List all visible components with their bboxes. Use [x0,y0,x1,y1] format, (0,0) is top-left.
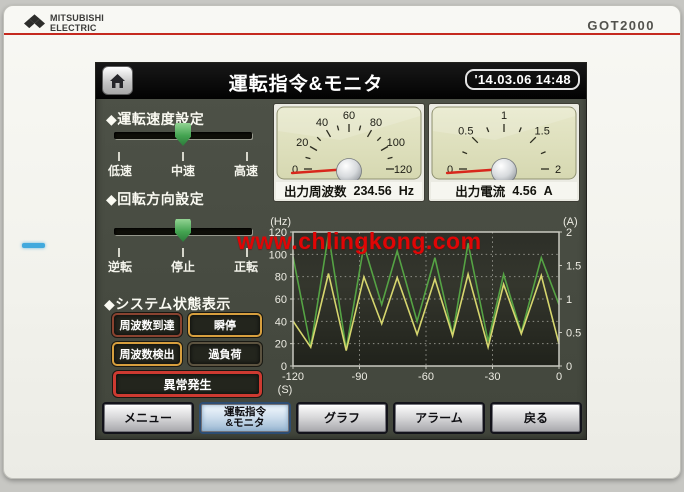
gauge-scale-label: 100 [387,137,405,149]
direction-slider [114,218,252,244]
chart-axis-label: 0 [566,361,572,373]
gauge-scale-label: 1 [501,110,507,122]
current-meter-label: 出力電流 [455,181,505,200]
frequency-meter: 020406080100120 出力周波数 234.56 Hz [273,103,425,202]
gauge-knob [492,159,517,181]
chart-axis-label: -90 [352,371,368,383]
speed-slider [114,122,252,148]
footer-button-graph[interactable]: グラフ [298,404,386,432]
gauge-scale-label: 80 [370,117,382,129]
direction-label-reverse: 逆転 [100,258,140,275]
screenshot-root: MITSUBISHI ELECTRIC GOT2000 運転指令&モニタ '14… [0,0,684,492]
footer-button-back[interactable]: 戻る [492,404,580,432]
chart-axis-label: -60 [418,371,434,383]
current-meter-unit: A [544,184,553,198]
brand-logo-block: MITSUBISHI ELECTRIC [24,14,104,34]
chart-axis-label: 80 [275,272,287,284]
speed-label-mid: 中速 [163,162,203,179]
title-bar: 運転指令&モニタ '14.03.06 14:48 [96,63,586,99]
frequency-gauge: 020406080100120 [276,106,422,180]
chart-axis-label: 0.5 [566,328,581,340]
chart-axis-label: 1 [566,294,572,306]
power-led [22,243,45,248]
gauge-scale-label: 1.5 [535,126,550,138]
footer-button-menu[interactable]: メニュー [104,404,192,432]
speed-label-low: 低速 [100,162,140,179]
frequency-meter-value: 234.56 [354,184,392,198]
gauge-scale-label: 2 [555,164,561,176]
gauge-svg: 020406080100120 [276,106,422,180]
mitsubishi-diamonds-icon [24,14,45,33]
gauge-svg: 00.511.52 [431,106,577,180]
chart-axis-label: 0 [556,371,562,383]
chart-axis-label: 20 [275,339,287,351]
direction-section-heading: ◆回転方向設定 [106,189,204,209]
current-meter-value: 4.56 [512,184,536,198]
current-meter: 00.511.52 出力電流 4.56 A [428,103,580,202]
status-lamp-overload[interactable]: 過負荷 [188,342,262,366]
home-icon [109,73,126,89]
speed-slider-handle[interactable] [175,123,191,146]
page-title: 運転指令&モニタ [156,69,456,96]
gauge-scale-label: 0.5 [458,126,473,138]
speed-slider-ticks [118,152,248,161]
direction-label-stop: 停止 [163,258,203,275]
watermark-text: www.chlingkong.com [237,228,482,255]
chart-axis-label: 2 [566,227,572,239]
status-lamp-frequency-detect[interactable]: 周波数検出 [112,342,182,366]
current-gauge: 00.511.52 [431,106,577,180]
chart-axis-label: 1.5 [566,261,581,273]
footer-button-operate-monitor[interactable]: 運転指令 &モニタ [201,404,289,432]
frequency-meter-unit: Hz [399,184,414,198]
frequency-meter-readout: 出力周波数 234.56 Hz [276,182,422,199]
chart-axis-label: (Hz) [270,216,291,228]
chart-axis-label: 40 [275,316,287,328]
direction-label-forward: 正転 [226,258,266,275]
current-meter-readout: 出力電流 4.56 A [431,182,577,199]
frequency-meter-label: 出力周波数 [284,181,347,200]
direction-slider-ticks [118,248,248,257]
chart-axis-label: -30 [485,371,501,383]
chart-axis-label: -120 [282,371,304,383]
gauge-scale-label: 60 [343,110,355,122]
speed-label-high: 高速 [226,162,266,179]
gauge-scale-label: 40 [316,117,328,129]
gauge-knob [337,159,362,181]
status-section-heading: ◆システム状態表示 [104,294,231,314]
status-lamp-error-occurred[interactable]: 異常発生 [113,371,262,397]
status-lamp-momentary-stop[interactable]: 瞬停 [188,313,262,337]
chart-axis-label: 60 [275,294,287,306]
direction-slider-labels: 逆転 停止 正転 [100,258,266,275]
footer-button-alarm[interactable]: アラーム [395,404,483,432]
brand-text: MITSUBISHI ELECTRIC [50,14,104,34]
datetime-display: '14.03.06 14:48 [465,69,580,90]
chart-axis-label: (A) [563,216,578,228]
chart-axis-label: (S) [278,384,293,396]
bezel-accent-line [4,33,680,35]
home-button[interactable] [102,66,133,95]
model-label: GOT2000 [587,18,655,33]
gauge-scale-label: 120 [394,164,412,176]
gauge-scale-label: 20 [296,137,308,149]
direction-slider-handle[interactable] [175,219,191,242]
status-lamp-frequency-reached[interactable]: 周波数到達 [112,313,182,337]
speed-slider-labels: 低速 中速 高速 [100,162,266,179]
